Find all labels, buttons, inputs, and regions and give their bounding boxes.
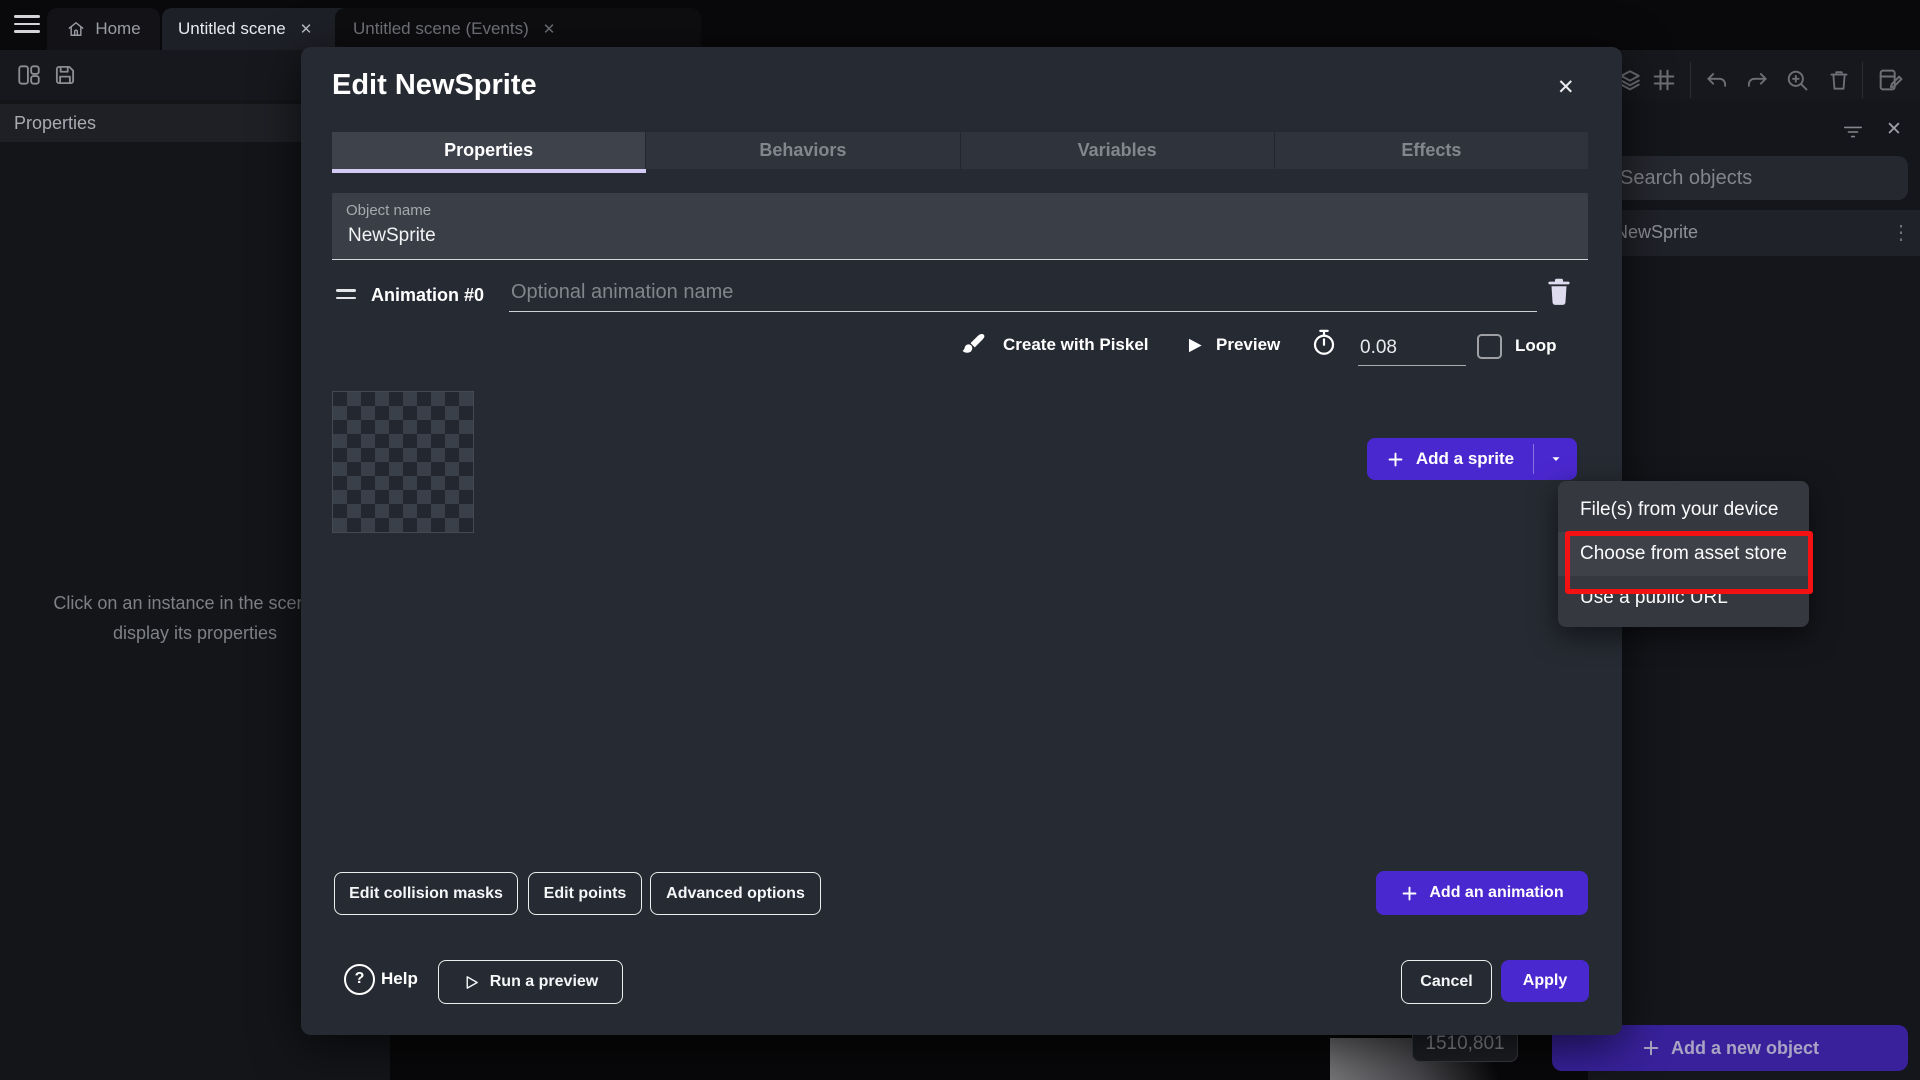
apply-button[interactable]: Apply: [1501, 960, 1589, 1002]
play-icon: [1185, 335, 1204, 356]
dialog-tabs: Properties Behaviors Variables Effects: [332, 132, 1588, 169]
tab-untitled-scene-events[interactable]: Untitled scene (Events) ✕: [335, 8, 701, 50]
play-outline-icon: [463, 974, 480, 991]
menu-item-choose-from-asset-store[interactable]: Choose from asset store: [1558, 532, 1809, 576]
add-sprite-button[interactable]: Add a sprite: [1367, 438, 1577, 480]
add-new-object-label: Add a new object: [1671, 1038, 1819, 1059]
edit-scene-icon[interactable]: [1876, 66, 1904, 94]
panels-icon[interactable]: [16, 62, 42, 88]
animation-label: Animation #0: [371, 285, 484, 306]
help-label[interactable]: Help: [381, 969, 418, 989]
tab-events-close-icon[interactable]: ✕: [543, 20, 556, 38]
active-tab-underline: [332, 169, 646, 173]
dialog-close-icon[interactable]: ✕: [1557, 75, 1575, 100]
tab-effects[interactable]: Effects: [1274, 132, 1588, 169]
properties-panel-title: Properties: [14, 113, 96, 134]
project-manager-menu-icon[interactable]: [14, 15, 42, 33]
menu-item-use-public-url[interactable]: Use a public URL: [1558, 576, 1809, 620]
animation-name-input[interactable]: [509, 273, 1537, 312]
create-with-piskel-button[interactable]: Create with Piskel: [1003, 335, 1149, 355]
filter-icon[interactable]: [1842, 124, 1864, 140]
home-icon: [66, 19, 86, 39]
plus-icon: [1386, 450, 1405, 469]
kebab-menu-icon[interactable]: ⋮: [1891, 220, 1911, 245]
plus-icon: [1400, 884, 1419, 903]
search-objects-input[interactable]: [1604, 156, 1908, 200]
loop-label: Loop: [1515, 336, 1557, 356]
object-name-field[interactable]: Object name: [332, 193, 1588, 260]
tab-properties[interactable]: Properties: [332, 132, 645, 169]
preview-button[interactable]: Preview: [1216, 335, 1280, 355]
tab-events-label: Untitled scene (Events): [353, 19, 529, 39]
run-preview-button[interactable]: Run a preview: [438, 960, 623, 1004]
grid-icon[interactable]: [1650, 66, 1678, 94]
stopwatch-icon: [1310, 328, 1338, 358]
undo-icon[interactable]: [1704, 68, 1730, 94]
caret-down-icon: [1549, 452, 1563, 466]
tab-scene-close-icon[interactable]: ✕: [300, 20, 313, 38]
advanced-options-button[interactable]: Advanced options: [650, 872, 821, 915]
plus-icon: [1641, 1038, 1661, 1058]
gdevelop-editor: Properties Click on an instance in the s…: [0, 0, 1920, 1080]
sprite-thumbnail-placeholder[interactable]: [332, 391, 474, 533]
zoom-in-icon[interactable]: [1784, 67, 1811, 94]
dialog-title: Edit NewSprite: [332, 69, 537, 102]
redo-icon[interactable]: [1744, 68, 1770, 94]
object-name-field-label: Object name: [346, 202, 431, 219]
object-list-item[interactable]: NewSprite ⋮: [1588, 210, 1920, 257]
edit-collision-masks-button[interactable]: Edit collision masks: [334, 872, 518, 915]
object-name-input[interactable]: [346, 224, 1550, 248]
loop-checkbox[interactable]: [1477, 334, 1502, 359]
save-icon[interactable]: [52, 62, 78, 88]
tab-home[interactable]: Home: [47, 8, 160, 50]
edit-points-button[interactable]: Edit points: [528, 872, 642, 915]
tab-behaviors[interactable]: Behaviors: [645, 132, 959, 169]
frame-time-input[interactable]: [1358, 331, 1466, 366]
panel-close-icon[interactable]: ✕: [1886, 118, 1902, 141]
tab-home-label: Home: [95, 19, 140, 39]
trash-icon[interactable]: [1826, 67, 1852, 93]
drag-handle[interactable]: [336, 289, 356, 299]
help-icon[interactable]: ?: [344, 964, 375, 995]
object-name: NewSprite: [1615, 222, 1698, 243]
top-bar: Home Untitled scene ✕ Untitled scene (Ev…: [0, 0, 1920, 50]
add-sprite-dropdown-button[interactable]: [1534, 438, 1577, 480]
delete-animation-icon[interactable]: [1545, 277, 1573, 307]
tab-scene-label: Untitled scene: [178, 19, 286, 39]
toolbar-divider: [1690, 62, 1691, 98]
edit-object-dialog: Edit NewSprite ✕ Properties Behaviors Va…: [301, 47, 1622, 1035]
add-animation-button[interactable]: Add an animation: [1376, 871, 1588, 915]
cancel-button[interactable]: Cancel: [1401, 960, 1492, 1004]
add-sprite-label: Add a sprite: [1416, 449, 1514, 469]
add-sprite-menu: File(s) from your device Choose from ass…: [1558, 481, 1809, 627]
toolbar-divider: [1862, 62, 1863, 98]
brush-icon: [961, 331, 987, 357]
menu-item-files-from-device[interactable]: File(s) from your device: [1558, 488, 1809, 532]
tab-variables[interactable]: Variables: [960, 132, 1274, 169]
